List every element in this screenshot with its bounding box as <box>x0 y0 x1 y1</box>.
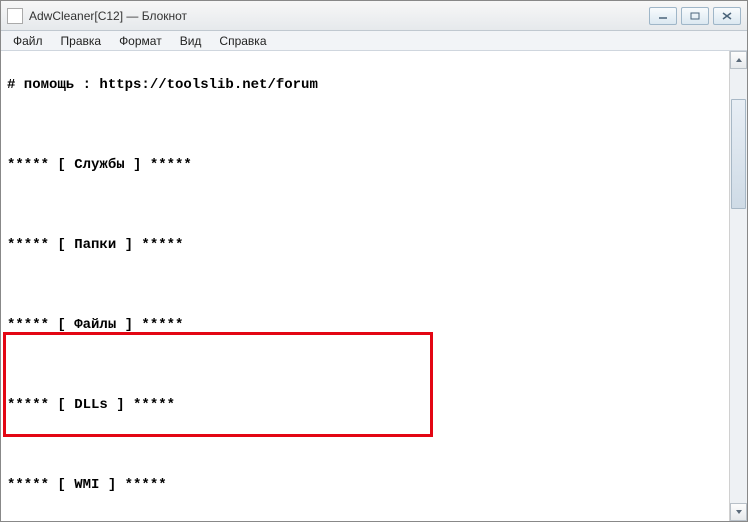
highlight-box <box>3 332 433 437</box>
titlebar: AdwCleaner[C12] — Блокнот <box>1 1 747 31</box>
menu-view[interactable]: Вид <box>172 32 210 50</box>
text-line <box>7 435 723 455</box>
text-line: ***** [ Файлы ] ***** <box>7 315 723 335</box>
menu-edit[interactable]: Правка <box>53 32 110 50</box>
close-button[interactable] <box>713 7 741 25</box>
menubar: Файл Правка Формат Вид Справка <box>1 31 747 51</box>
text-line: ***** [ WMI ] ***** <box>7 475 723 495</box>
scroll-down-button[interactable] <box>730 503 747 521</box>
app-icon <box>7 8 23 24</box>
content-area: # помощь : https://toolslib.net/forum **… <box>1 51 747 521</box>
text-line: ***** [ Папки ] ***** <box>7 235 723 255</box>
text-line <box>7 355 723 375</box>
window-title: AdwCleaner[C12] — Блокнот <box>29 9 645 23</box>
text-line: # помощь : https://toolslib.net/forum <box>7 75 723 95</box>
menu-format[interactable]: Формат <box>111 32 170 50</box>
menu-help[interactable]: Справка <box>211 32 274 50</box>
maximize-button[interactable] <box>681 7 709 25</box>
text-line <box>7 115 723 135</box>
text-line <box>7 275 723 295</box>
text-editor[interactable]: # помощь : https://toolslib.net/forum **… <box>1 51 729 521</box>
menu-file[interactable]: Файл <box>5 32 51 50</box>
text-line: ***** [ DLLs ] ***** <box>7 395 723 415</box>
text-line: ***** [ Службы ] ***** <box>7 155 723 175</box>
text-line <box>7 515 723 521</box>
text-line <box>7 195 723 215</box>
scroll-track[interactable] <box>730 69 747 503</box>
minimize-button[interactable] <box>649 7 677 25</box>
vertical-scrollbar[interactable] <box>729 51 747 521</box>
scroll-up-button[interactable] <box>730 51 747 69</box>
scroll-thumb[interactable] <box>731 99 746 209</box>
